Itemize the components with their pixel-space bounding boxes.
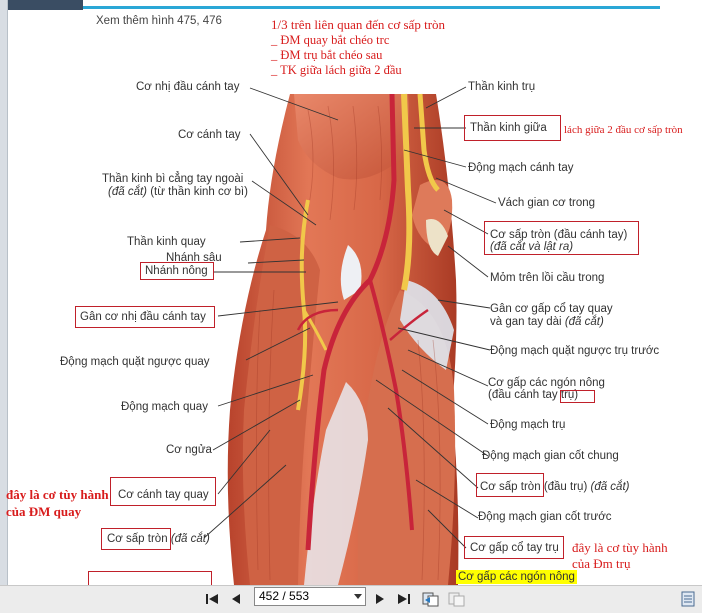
left-pane-edge[interactable] xyxy=(0,0,8,612)
document-page: Xem thêm hình 475, 476 1/3 trên liên qua… xyxy=(6,10,702,586)
page-number-value: 452 / 553 xyxy=(259,589,310,603)
label-biceps: Cơ nhị đầu cánh tay xyxy=(136,81,240,93)
label-ulnar-artery: Động mạch trụ xyxy=(490,419,566,431)
note-line-1: _ ĐM quay bắt chéo trc xyxy=(271,33,390,47)
page-layout-button[interactable] xyxy=(678,590,698,608)
label-medial-epicondyle: Mỏm trên lồi cầu trong xyxy=(490,272,605,284)
box-biceps-tendon xyxy=(75,306,215,328)
page-number-field[interactable]: 452 / 553 xyxy=(254,587,366,606)
box-brachioradialis xyxy=(110,477,216,506)
previous-page-icon xyxy=(232,594,240,604)
chevron-down-icon[interactable] xyxy=(354,594,362,599)
box-bottom-cut xyxy=(88,571,212,586)
label-supinator: Cơ ngửa xyxy=(166,444,212,456)
label-lat-cutaneous-sub: (đã cắt) (từ thần kinh cơ bì) xyxy=(108,185,248,199)
note-side: lách giữa 2 đầu cơ sấp tròn xyxy=(564,124,683,136)
back-view-icon xyxy=(422,592,439,607)
label-radial-artery: Động mạch quay xyxy=(121,401,208,413)
box-median-nerve xyxy=(464,115,561,141)
last-page-button[interactable] xyxy=(394,590,414,608)
label-fds-2-text: (đầu cánh tay xyxy=(488,389,558,401)
previous-page-button[interactable] xyxy=(226,590,246,608)
box-superficial-branch xyxy=(140,262,214,280)
label-brachialis: Cơ cánh tay xyxy=(178,129,241,141)
first-page-icon xyxy=(206,594,218,604)
label-radial-nerve: Thần kinh quay xyxy=(127,236,206,248)
box-pt-ulnar xyxy=(476,473,544,497)
label-lat-cutaneous: Thần kinh bì cẳng tay ngoài xyxy=(102,173,244,185)
box-fcu xyxy=(464,536,564,559)
see-also-text: Xem thêm hình 475, 476 xyxy=(96,15,222,27)
top-bar-block xyxy=(0,0,83,10)
label-fcr-pl-2: và gan tay dài (đã cắt) xyxy=(490,315,604,329)
note-ulnar-1: đây là cơ tùy hành xyxy=(572,540,668,555)
label-fcr-pl-cut: (đã cắt) xyxy=(564,316,604,328)
label-common-interosseous: Động mạch gian cốt chung xyxy=(482,450,619,462)
label-fcr-pl-1: Gân cơ gấp cổ tay quay xyxy=(490,303,613,315)
label-ulnar-nerve: Thần kinh trụ xyxy=(468,81,536,93)
label-ant-interosseous: Động mạch gian cốt trước xyxy=(478,511,612,523)
label-pronator-teres-left-cut: (đã cắt) xyxy=(170,533,210,545)
label-fds-bottom-highlight: Cơ gấp các ngón nông xyxy=(456,570,577,584)
next-page-button[interactable] xyxy=(370,590,390,608)
forward-view-button[interactable] xyxy=(446,590,466,608)
page-layout-icon xyxy=(681,591,695,607)
last-page-icon xyxy=(398,594,410,604)
note-radial-1: đây là cơ tùy hành xyxy=(6,487,109,502)
note-ulnar-2: của Đm trụ xyxy=(572,556,631,571)
back-view-button[interactable] xyxy=(420,590,440,608)
forward-view-icon xyxy=(448,592,465,607)
label-lat-cutaneous-cut: (đã cắt) xyxy=(108,186,147,198)
note-line-3: _ TK giữa lách giữa 2 đầu xyxy=(271,63,402,77)
label-fcr-pl-2-text: và gan tay dài xyxy=(490,316,562,328)
note-title: 1/3 trên liên quan đến cơ sấp tròn xyxy=(271,17,446,32)
label-ant-ulnar-recurrent: Động mạch quặt ngược trụ trước xyxy=(490,345,660,357)
label-radial-recurrent: Động mạch quặt ngược quay xyxy=(60,356,210,368)
label-medial-septum: Vách gian cơ trong xyxy=(498,197,596,209)
next-page-icon xyxy=(376,594,384,604)
label-pt-ulnar-cut: (đã cắt) xyxy=(590,481,630,493)
top-bar xyxy=(0,0,702,10)
label-brachial-artery: Động mạch cánh tay xyxy=(468,162,574,174)
note-line-2: _ ĐM trụ bắt chéo sau xyxy=(271,48,383,62)
first-page-button[interactable] xyxy=(202,590,222,608)
box-pronator-teres-left xyxy=(101,528,171,550)
label-pt-ulnar-head: (đầu trụ) xyxy=(543,481,588,493)
note-radial-2: của ĐM quay xyxy=(6,504,82,519)
box-fds-ulnar xyxy=(560,390,595,403)
top-bar-accent-line xyxy=(83,6,660,9)
label-lat-cutaneous-from: (từ thần kinh cơ bì) xyxy=(150,186,248,198)
box-pt-humeral xyxy=(484,221,639,255)
